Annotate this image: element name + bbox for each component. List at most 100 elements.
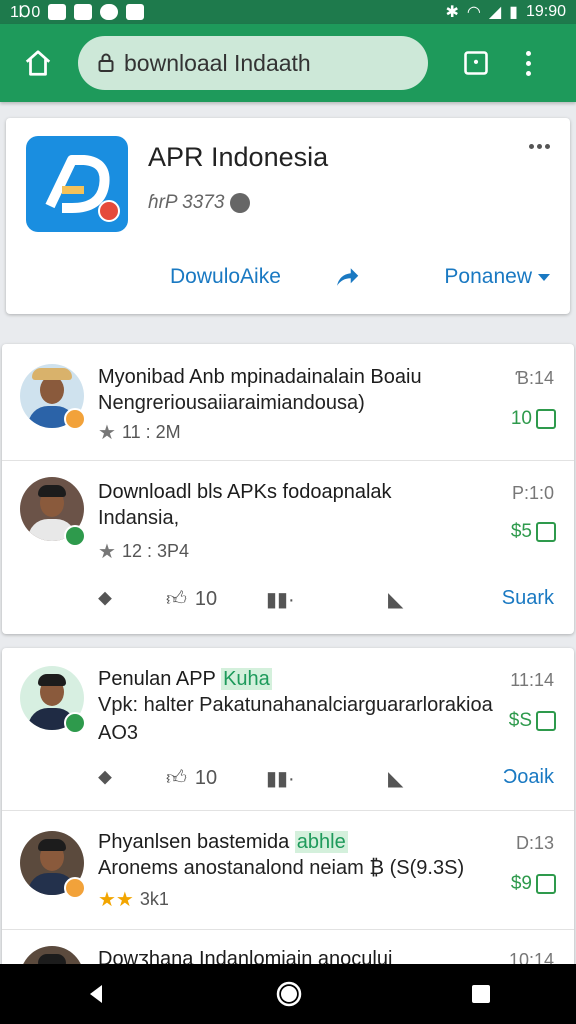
star-icon: ★: [98, 541, 116, 563]
avatar-badge-icon: [64, 408, 86, 430]
flag-icon: ◣: [388, 768, 404, 790]
post-subtitle-2: AO3: [98, 722, 139, 744]
dot-icon: [537, 144, 542, 149]
post-title: Penulan APP Kuha: [98, 668, 272, 691]
list-item[interactable]: Penulan APP Kuha Vpk: halter Pakatunahan…: [2, 648, 574, 811]
post-time: Ɓ:14: [515, 368, 554, 388]
status-bar: 1Ɒ0 ✱ ◠ ◢ ▮ 19:90: [0, 0, 576, 24]
pin-icon: ⬥: [98, 587, 112, 609]
star-icon: ★★: [98, 889, 134, 911]
post-subtitle: Indansia,: [98, 507, 180, 529]
share-button[interactable]: [332, 262, 362, 297]
lock-icon: [98, 53, 114, 73]
post-tag: abhle: [294, 831, 348, 853]
post-tag: Kuha: [221, 668, 272, 690]
app-name: APR Indonesia: [148, 142, 329, 172]
post-title-text: Phyanlsen bastemida: [98, 831, 290, 853]
status-right: ✱ ◠ ◢ ▮ 19:90: [445, 2, 566, 22]
post-rating: ★★ 3k1: [98, 887, 169, 912]
bar-chart-icon: ▮▮·: [266, 589, 295, 611]
price-text: $9: [510, 873, 532, 894]
price-tag-icon: [536, 522, 556, 542]
recents-icon[interactable]: [470, 983, 492, 1005]
avatar-badge-icon: [64, 877, 86, 899]
post-price: $5: [511, 521, 556, 543]
dot-icon: [529, 144, 534, 149]
status-left: 1Ɒ0: [10, 2, 145, 22]
signal-icon: ◢: [488, 4, 502, 21]
post-price: 10: [511, 408, 556, 430]
chevron-down-icon: [538, 273, 550, 281]
status-left-text: 1Ɒ0: [10, 4, 41, 21]
post-title-text: Penulan APP: [98, 668, 216, 690]
download-button[interactable]: DowuloAike: [170, 265, 281, 289]
avatar-badge-icon: [64, 712, 86, 734]
app-meta-text: ɦrP 3373: [148, 192, 225, 213]
back-icon[interactable]: [84, 982, 108, 1006]
app-logo[interactable]: [26, 136, 128, 232]
share-icon: [337, 268, 359, 286]
pin-button[interactable]: ⬥: [98, 766, 112, 789]
overflow-menu-button[interactable]: [518, 43, 538, 83]
like-button[interactable]: 👍︎ 10: [166, 766, 217, 790]
post-time: 11:14: [510, 670, 554, 690]
post-rating: ★ 12 : 3P4: [98, 539, 189, 564]
post-title: Myonibad Anb mpinadainalain Boaiu: [98, 366, 422, 388]
photo-icon: [74, 4, 93, 20]
action-link[interactable]: Suark: [502, 587, 554, 610]
dot-icon: [525, 50, 531, 56]
more-options-button[interactable]: [529, 144, 550, 149]
flag-button[interactable]: ◣: [388, 766, 403, 791]
url-bar[interactable]: bownloaal Indaath: [78, 36, 428, 90]
post-card: Myonibad Anb mpinadainalain Boaiu Nengre…: [2, 344, 574, 634]
avatar-badge-icon: [64, 525, 86, 547]
post-card: Penulan APP Kuha Vpk: halter Pakatunahan…: [2, 648, 574, 968]
stats-button[interactable]: ▮▮·: [266, 766, 295, 791]
like-count: 10: [194, 766, 218, 789]
status-time: 19:90: [525, 3, 566, 20]
post-title: Downloadl bls APKs fodoapnalak: [98, 481, 392, 503]
home-nav-icon[interactable]: [275, 980, 303, 1008]
verified-icon: [230, 192, 251, 213]
wifi-icon: ◠: [466, 4, 481, 21]
list-item[interactable]: Dowʒhana Indanlomiain anocului 10:14: [2, 930, 574, 968]
post-subtitle: Nengreriousaiiaraimiandousa): [98, 392, 365, 414]
home-button[interactable]: [18, 43, 58, 83]
app-meta: ɦrP 3373: [148, 192, 251, 214]
dot-icon: [525, 60, 531, 66]
price-tag-icon: [536, 409, 556, 429]
post-title: Phyanlsen bastemida abhle: [98, 831, 348, 854]
home-icon: [25, 50, 51, 76]
rating-text: 3k1: [139, 889, 169, 909]
post-price: $S: [509, 710, 556, 732]
post-rating: ★ 11 : 2M: [98, 420, 181, 445]
thumbs-up-icon: 👍︎: [166, 767, 187, 789]
dot-icon: [545, 144, 550, 149]
price-text: $5: [510, 521, 532, 542]
list-item[interactable]: Phyanlsen bastemida abhle Aronems anosta…: [2, 811, 574, 930]
list-item[interactable]: Downloadl bls APKs fodoapnalak Indansia,…: [2, 461, 574, 634]
app-card: APR Indonesia ɦrP 3373 DowuloAike Ponane…: [6, 118, 570, 314]
star-icon: ★: [98, 422, 116, 444]
system-nav-bar: [0, 964, 576, 1024]
post-time: D:13: [515, 833, 554, 853]
pin-button[interactable]: ⬥: [98, 587, 112, 610]
bar-chart-icon: ▮▮·: [266, 768, 295, 790]
tabs-icon: [464, 51, 488, 75]
dot-icon: [525, 70, 531, 76]
action-link[interactable]: Ɔoaik: [503, 766, 554, 789]
app-badge-icon: [98, 200, 120, 222]
settings-icon: [100, 4, 119, 20]
list-item[interactable]: Myonibad Anb mpinadainalain Boaiu Nengre…: [2, 344, 574, 461]
flag-button[interactable]: ◣: [388, 587, 403, 612]
like-count: 10: [194, 587, 218, 610]
sort-label: Ponanew: [444, 265, 532, 288]
notification-icon: [48, 4, 67, 20]
bluetooth-icon: ✱: [445, 4, 459, 21]
thumbs-up-icon: 👍︎: [166, 588, 187, 610]
tabs-button[interactable]: [456, 43, 496, 83]
stats-button[interactable]: ▮▮·: [266, 587, 295, 612]
sort-dropdown[interactable]: Ponanew: [444, 265, 550, 289]
like-button[interactable]: 👍︎ 10: [166, 587, 217, 611]
post-actions: ⬥ 👍︎ 10 ▮▮· ◣ Suark: [2, 579, 574, 619]
